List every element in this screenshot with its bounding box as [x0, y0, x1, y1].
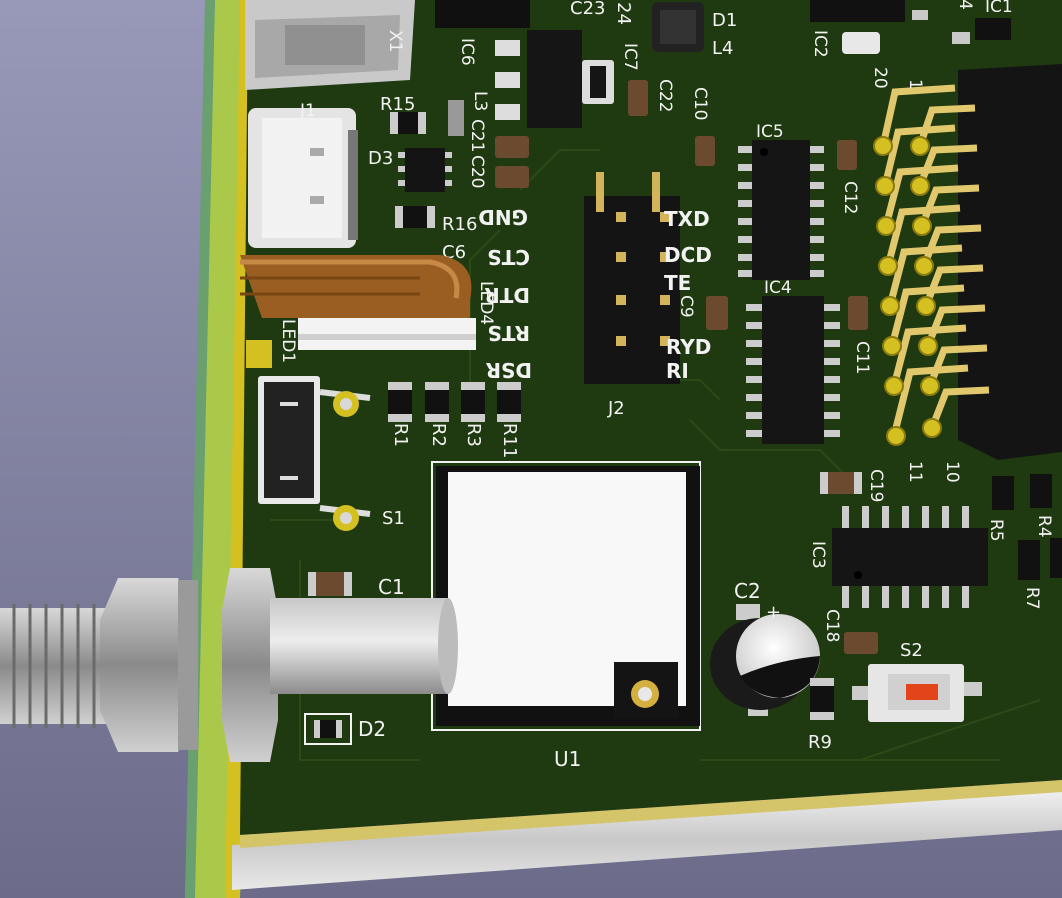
label-c22: C22: [655, 79, 675, 113]
label-n4: 4: [955, 0, 975, 10]
label-s1: S1: [382, 508, 405, 529]
label-r3: R3: [463, 423, 484, 447]
label-r4: R4: [1034, 515, 1054, 538]
label-dtr: DTR: [484, 283, 530, 307]
label-ic4: IC4: [764, 278, 792, 298]
label-j2: J2: [607, 398, 625, 419]
label-c11: C11: [852, 341, 872, 375]
label-ic3: IC3: [808, 541, 828, 569]
label-l4: L4: [712, 38, 733, 59]
label-c21: C21: [467, 119, 487, 153]
label-c23b: 24: [613, 2, 634, 25]
label-c20: C20: [467, 155, 487, 189]
label-ic7: IC7: [620, 43, 640, 71]
label-pin10: 10: [942, 461, 962, 483]
label-rts: RTS: [487, 321, 530, 345]
label-d1: D1: [712, 10, 737, 31]
label-r9: R9: [808, 732, 832, 753]
label-c2: C2: [734, 579, 761, 603]
label-led1: LED1: [278, 319, 298, 363]
label-pin20: 20: [870, 67, 890, 89]
label-plus: +: [766, 602, 781, 623]
label-r11: R11: [499, 423, 520, 458]
label-j1: J1: [299, 101, 316, 121]
label-r16: R16: [442, 214, 477, 235]
label-s2: S2: [900, 640, 923, 661]
label-l3: L3: [470, 91, 490, 111]
label-d2: D2: [358, 717, 386, 741]
label-r15: R15: [380, 94, 415, 115]
label-c12: C12: [840, 181, 860, 215]
label-c19: C19: [866, 469, 886, 503]
pcb-3d-render: X1 IC6 C23 24 D1 L4 IC2 4 IC1 IC7 C22 J1…: [0, 0, 1062, 898]
label-r5: R5: [986, 519, 1006, 542]
label-r1: R1: [390, 423, 411, 447]
label-gnd: GND: [478, 205, 528, 229]
label-u1: U1: [554, 747, 581, 771]
button-s2: [852, 664, 982, 722]
module-u1: [431, 461, 701, 731]
label-ic1: IC1: [985, 0, 1013, 17]
label-d3: D3: [368, 148, 393, 169]
label-c18: C18: [822, 609, 842, 643]
label-dsr: DSR: [486, 358, 532, 382]
label-ic5: IC5: [756, 122, 784, 142]
label-r2: R2: [428, 423, 449, 447]
label-c9: C9: [676, 295, 696, 318]
label-ri: RI: [666, 359, 689, 383]
label-te: TE: [664, 271, 691, 295]
usb-c-connector-j1: [248, 108, 358, 248]
label-ic2: IC2: [810, 30, 830, 58]
label-ryd: RYD: [666, 335, 711, 359]
label-cts: CTS: [487, 245, 530, 269]
label-c1: C1: [378, 575, 405, 599]
label-txd: TXD: [664, 207, 710, 231]
label-r7: R7: [1022, 587, 1042, 610]
label-pin11: 11: [905, 461, 925, 483]
label-ic6: IC6: [457, 38, 477, 66]
label-x1: X1: [385, 30, 405, 52]
label-c23: C23: [570, 0, 605, 19]
label-c10: C10: [690, 87, 710, 121]
label-dcd: DCD: [664, 243, 712, 267]
label-pin1: 1: [905, 79, 925, 90]
